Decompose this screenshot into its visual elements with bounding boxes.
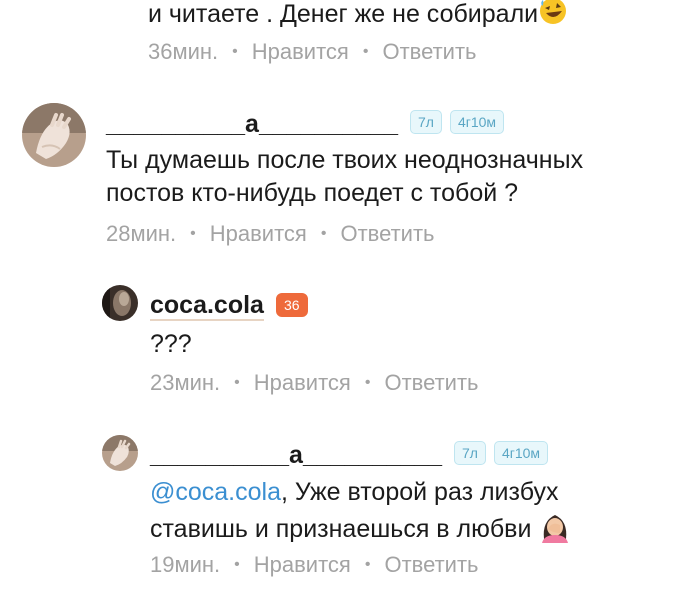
badge: 4г10м [449, 110, 505, 134]
username[interactable]: coca.cola [150, 292, 264, 321]
separator-dot: • [320, 225, 327, 242]
comment-header: __________а__________ 7л 4г10м [106, 110, 505, 137]
facepalm-emoji-icon [538, 509, 572, 552]
like-button[interactable]: Нравится [254, 370, 351, 396]
badge: 7л [409, 110, 442, 134]
comment-time: 36мин. [148, 39, 219, 64]
reply-button[interactable]: Ответить [384, 552, 478, 578]
comment-time: 28мин. [106, 221, 177, 246]
separator-dot: • [190, 225, 196, 242]
separator-dot: • [362, 43, 369, 60]
avatar[interactable] [22, 103, 86, 167]
comment-time: 23мин. [150, 370, 221, 395]
separator-dot: • [364, 374, 371, 391]
separator-dot: • [364, 556, 371, 573]
comment-header: coca.cola 36 [150, 292, 308, 321]
comment-meta: 19мин. • Нравится • Ответить [150, 552, 479, 578]
comment-text: ??? [150, 330, 192, 358]
badge: 4г10м [493, 441, 549, 465]
comment-meta: 23мин. • Нравится • Ответить [150, 370, 479, 396]
comment-time: 19мин. [150, 552, 221, 577]
like-button[interactable]: Нравится [210, 221, 307, 247]
avatar[interactable] [102, 285, 138, 321]
like-button[interactable]: Нравится [254, 552, 351, 578]
avatar[interactable] [102, 435, 138, 471]
mention-link[interactable]: @coca.cola [150, 478, 281, 506]
comment-meta: 28мин. • Нравится • Ответить [106, 221, 435, 247]
comment-text: Ты думаешь после твоих неоднозначных пос… [106, 146, 584, 207]
separator-dot: • [232, 43, 238, 60]
username[interactable]: __________а__________ [150, 442, 442, 468]
comment-meta: 36мин. • Нравится • Ответить [148, 39, 477, 65]
username[interactable]: __________а__________ [106, 111, 398, 137]
separator-dot: • [234, 374, 240, 391]
like-button[interactable]: Нравится [252, 39, 349, 65]
separator-dot: • [234, 556, 240, 573]
badge: 7л [453, 441, 486, 465]
rofl-emoji-icon [538, 0, 568, 35]
badge: 36 [275, 293, 308, 317]
reply-button[interactable]: Ответить [382, 39, 476, 65]
comment-text: и читаете . Денег же не собирали [148, 0, 568, 35]
comment-header: __________а__________ 7л 4г10м [150, 441, 549, 468]
reply-button[interactable]: Ответить [340, 221, 434, 247]
comment-text: @coca.cola, Уже второй раз лизбух ставиш… [150, 476, 572, 552]
reply-button[interactable]: Ответить [384, 370, 478, 396]
